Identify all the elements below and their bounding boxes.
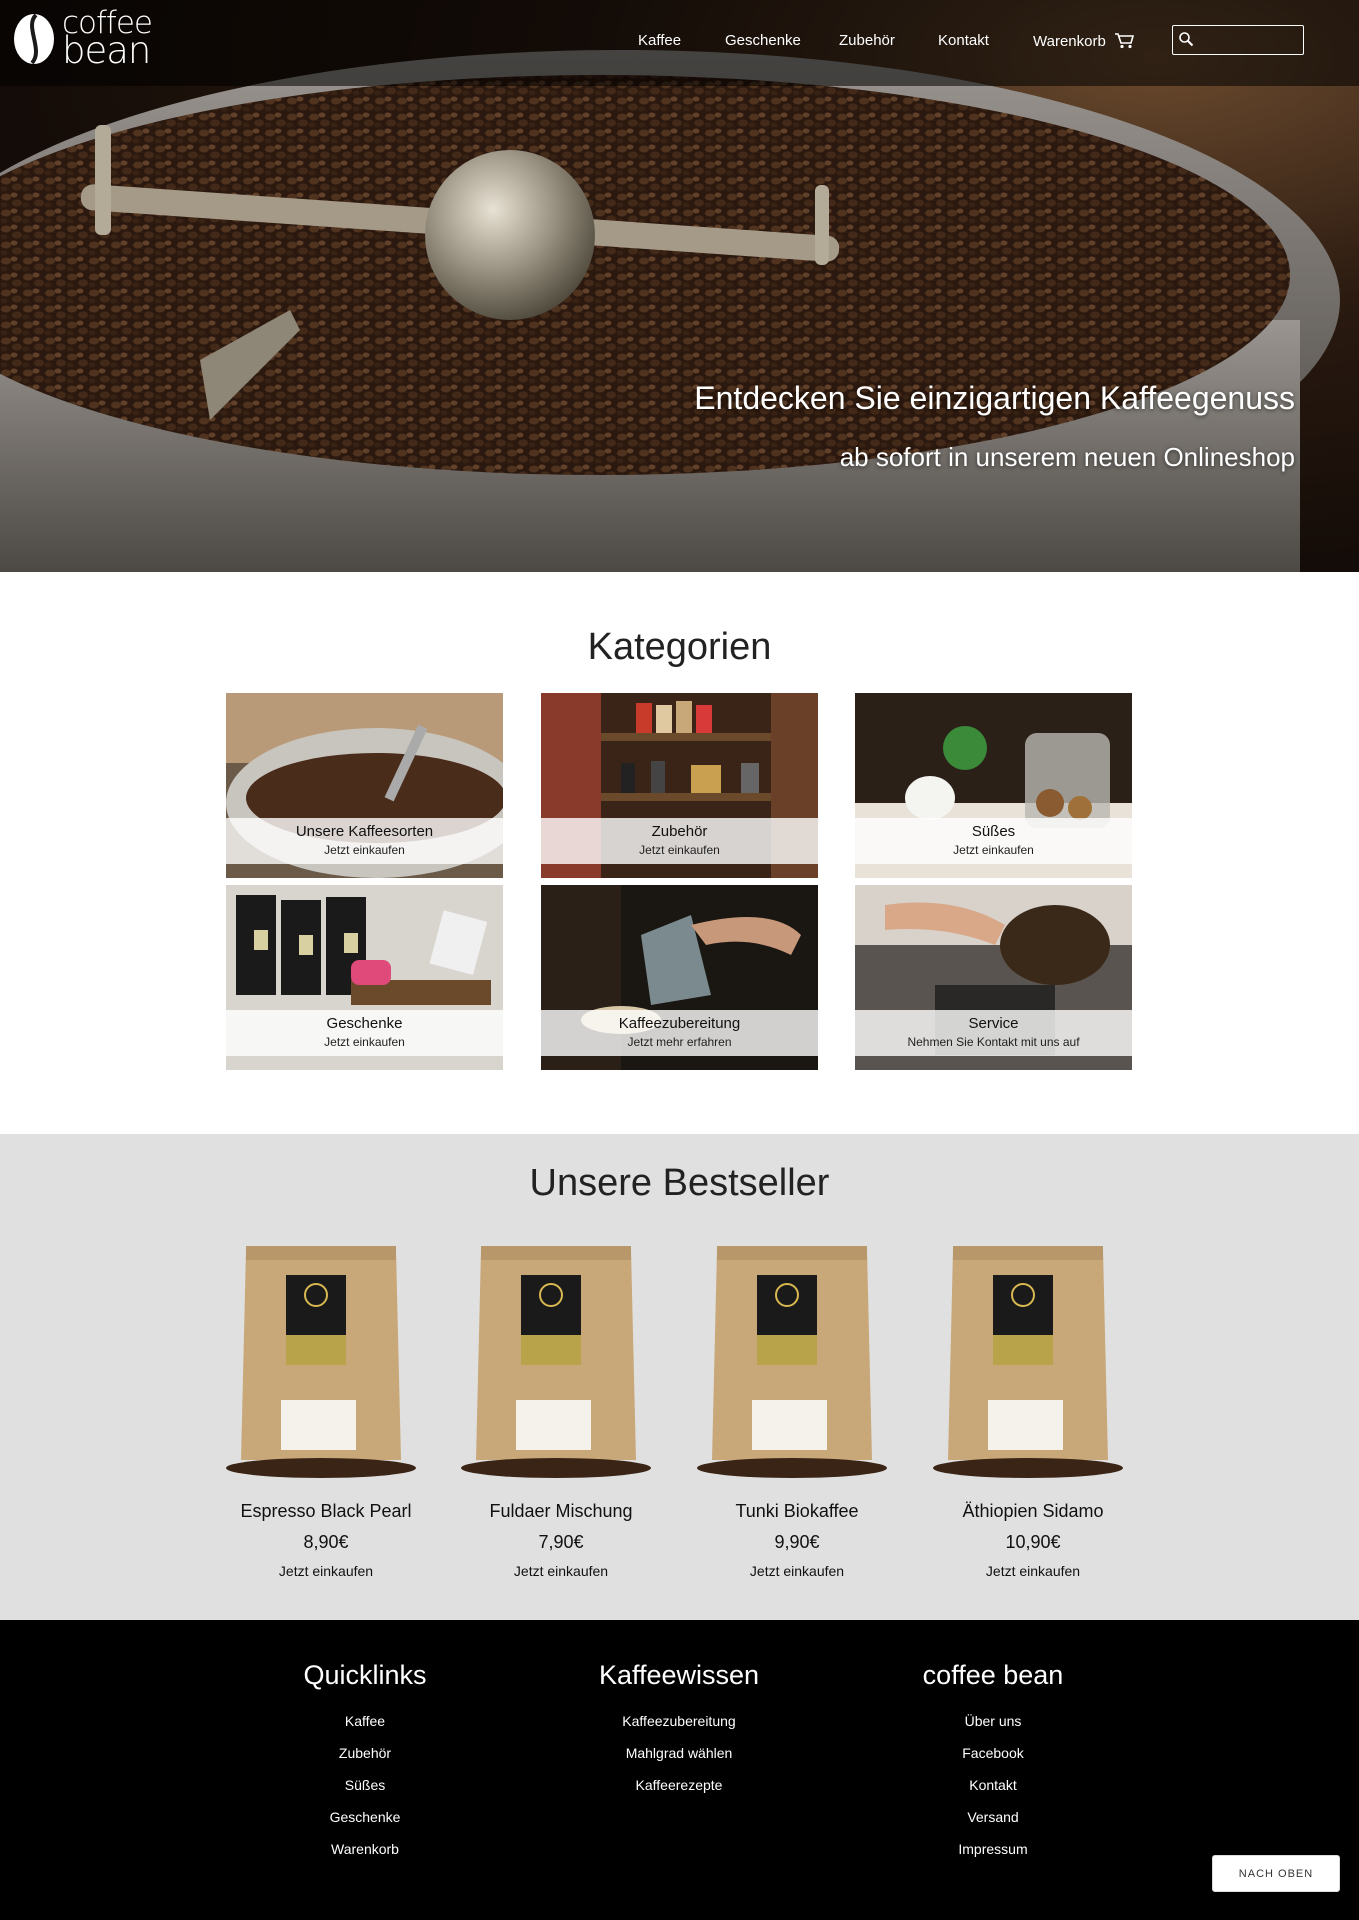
product-name: Tunki Biokaffee [735,1501,859,1521]
footer-link-suesses[interactable]: Süßes [235,1769,495,1801]
category-name: Süßes [971,823,1016,840]
nav-warenkorb[interactable]: Warenkorb [1033,32,1134,50]
footer-link-rezepte[interactable]: Kaffeerezepte [549,1769,809,1801]
category-caption: Kaffeezubereitung Jetzt mehr erfahren [541,1010,818,1056]
product-buy-link[interactable]: Jetzt einkaufen [456,1563,666,1579]
category-suesses[interactable]: Süßes Jetzt einkaufen [855,693,1132,878]
category-kaffeesorten[interactable]: Unsere Kaffeesorten Jetzt einkaufen [226,693,503,878]
category-link: Jetzt einkaufen [324,843,405,857]
search-input[interactable] [1197,29,1297,51]
product-buy-link[interactable]: Jetzt einkaufen [692,1563,902,1579]
footer-link-warenkorb[interactable]: Warenkorb [235,1833,495,1865]
product-name: Äthiopien Sidamo [962,1501,1104,1521]
logo-text-bean: bean [62,29,151,72]
product-card[interactable]: Espresso Black Pearl 8,90€ Jetzt einkauf… [221,1240,431,1579]
product-buy-link[interactable]: Jetzt einkaufen [928,1563,1138,1579]
category-name: Kaffeezubereitung [618,1015,741,1032]
product-card[interactable]: Fuldaer Mischung 7,90€ Jetzt einkaufen [456,1240,666,1579]
category-service[interactable]: Service Nehmen Sie Kontakt mit uns auf [855,885,1132,1070]
footer-brand-title: coffee bean [922,1660,1064,1690]
category-caption: Zubehör Jetzt einkaufen [541,818,818,864]
category-zubehoer[interactable]: Zubehör Jetzt einkaufen [541,693,818,878]
category-name: Geschenke [326,1015,403,1032]
footer-link-facebook[interactable]: Facebook [863,1737,1123,1769]
footer-brand: coffee bean Über uns Facebook Kontakt Ve… [863,1660,1123,1865]
bestseller-section [0,1134,1359,1620]
hero-banner: coffee bean Kaffee Geschenke Zubehör Kon… [0,0,1359,572]
product-name: Fuldaer Mischung [489,1501,633,1521]
product-buy-link[interactable]: Jetzt einkaufen [221,1563,431,1579]
product-card[interactable]: Äthiopien Sidamo 10,90€ Jetzt einkaufen [928,1240,1138,1579]
coffee-bag-image [226,1246,416,1478]
coffee-bean-logo-icon [14,13,54,65]
footer-link-impressum[interactable]: Impressum [863,1833,1123,1865]
product-price: 10,90€ [1005,1532,1061,1552]
back-to-top-button[interactable]: NACH OBEN [1212,1855,1340,1892]
hero-subtitle: ab sofort in unserem neuen Onlineshop [839,442,1295,472]
footer-link-geschenke[interactable]: Geschenke [235,1801,495,1833]
search-box[interactable] [1172,25,1304,55]
product-price: 9,90€ [774,1532,820,1552]
nav-warenkorb-label: Warenkorb [1033,33,1106,50]
footer-link-ueber-uns[interactable]: Über uns [863,1705,1123,1737]
footer-link-kontakt[interactable]: Kontakt [863,1769,1123,1801]
footer-link-mahlgrad[interactable]: Mahlgrad wählen [549,1737,809,1769]
nav-kontakt[interactable]: Kontakt [938,32,989,49]
category-kaffeezubereitung[interactable]: Kaffeezubereitung Jetzt mehr erfahren [541,885,818,1070]
category-name: Zubehör [651,823,708,840]
category-caption: Unsere Kaffeesorten Jetzt einkaufen [226,818,503,864]
footer-quicklinks-title: Quicklinks [303,1660,427,1690]
footer-link-zubehoer[interactable]: Zubehör [235,1737,495,1769]
coffee-bag-image [697,1246,887,1478]
category-geschenke[interactable]: Geschenke Jetzt einkaufen [226,885,503,1070]
logo[interactable]: coffee bean [12,8,153,72]
product-price: 7,90€ [538,1532,584,1552]
category-link: Jetzt mehr erfahren [627,1035,732,1049]
footer-link-versand[interactable]: Versand [863,1801,1123,1833]
category-name: Service [968,1015,1019,1032]
product-price: 8,90€ [303,1532,349,1552]
coffee-bag-image [461,1246,651,1478]
footer-link-kaffee[interactable]: Kaffee [235,1705,495,1737]
coffee-bag-image [933,1246,1123,1478]
nav-kaffee[interactable]: Kaffee [638,32,681,49]
nav-geschenke[interactable]: Geschenke [725,32,801,49]
category-link: Jetzt einkaufen [324,1035,405,1049]
product-card[interactable]: Tunki Biokaffee 9,90€ Jetzt einkaufen [692,1240,902,1579]
footer-kaffeewissen-title: Kaffeewissen [598,1660,760,1690]
category-link: Jetzt einkaufen [953,843,1034,857]
shopping-cart-icon [1114,33,1134,49]
category-caption: Service Nehmen Sie Kontakt mit uns auf [855,1010,1132,1056]
footer: Quicklinks Kaffee Zubehör Süßes Geschenk… [0,1620,1359,1920]
category-caption: Geschenke Jetzt einkaufen [226,1010,503,1056]
top-navigation: coffee bean Kaffee Geschenke Zubehör Kon… [0,0,1359,86]
nav-zubehoer[interactable]: Zubehör [839,32,895,49]
category-link: Jetzt einkaufen [639,843,720,857]
footer-link-zubereitung[interactable]: Kaffeezubereitung [549,1705,809,1737]
bestsellers-title: Unsere Bestseller [529,1162,830,1204]
categories-title: Kategorien [587,626,772,668]
footer-kaffeewissen: Kaffeewissen Kaffeezubereitung Mahlgrad … [549,1660,809,1801]
product-name: Espresso Black Pearl [240,1501,412,1521]
category-link: Nehmen Sie Kontakt mit uns auf [907,1035,1080,1049]
search-icon [1179,32,1194,47]
footer-quicklinks: Quicklinks Kaffee Zubehör Süßes Geschenk… [235,1660,495,1865]
category-caption: Süßes Jetzt einkaufen [855,818,1132,864]
hero-title: Entdecken Sie einzigartigen Kaffeegenuss [694,380,1295,416]
category-name: Unsere Kaffeesorten [295,823,434,840]
